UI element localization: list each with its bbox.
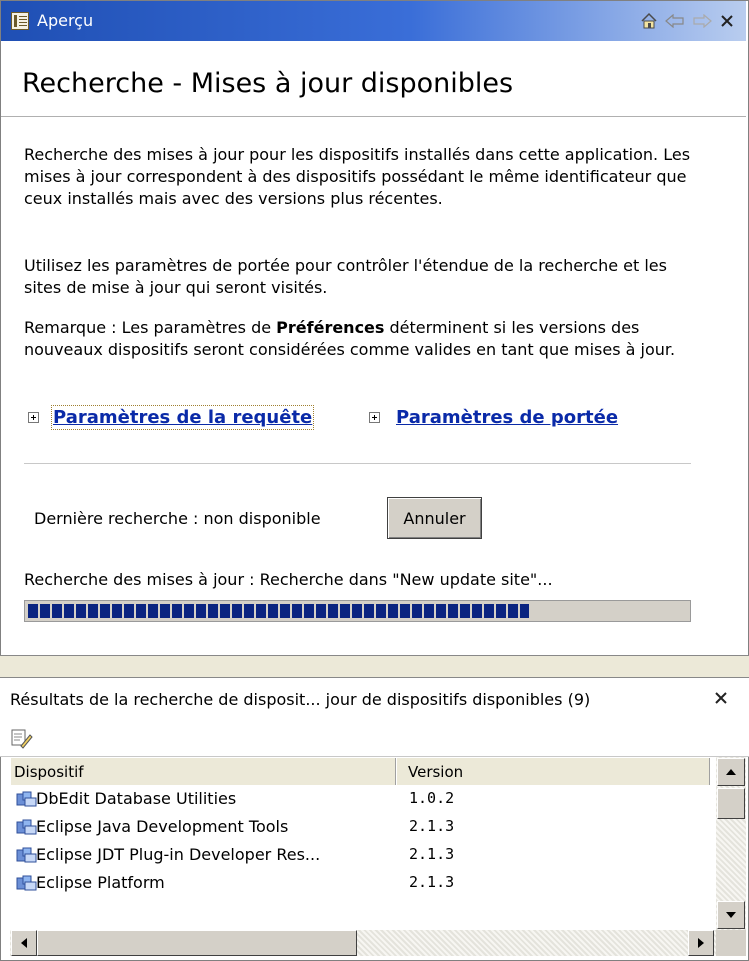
results-toolbar (0, 722, 749, 757)
progress-fill (28, 604, 529, 618)
horizontal-scroll-thumb[interactable] (37, 930, 357, 956)
progress-bar (24, 600, 691, 622)
vertical-scroll-thumb[interactable] (717, 788, 745, 819)
horizontal-scrollbar[interactable] (10, 930, 716, 956)
row-version: 2.1.3 (409, 873, 455, 891)
description-paragraph: Recherche des mises à jour pour les disp… (24, 145, 691, 208)
last-search-label: Dernière recherche : non disponible (34, 509, 321, 528)
results-view-title: Résultats de la recherche de disposit...… (10, 690, 591, 709)
page-title: Recherche - Mises à jour disponibles (22, 68, 514, 99)
overview-view-title: Aperçu (37, 11, 94, 30)
row-version: 2.1.3 (409, 845, 455, 863)
column-header-device[interactable]: Dispositif (10, 758, 396, 786)
results-close-icon[interactable] (715, 688, 727, 709)
scroll-up-button[interactable] (717, 758, 745, 786)
row-version: 2.1.3 (409, 817, 455, 835)
scrollbar-corner (716, 930, 746, 956)
vertical-scrollbar[interactable] (716, 757, 746, 930)
row-device-name: Eclipse JDT Plug-in Developer Res... (36, 845, 321, 864)
overview-view-titlebar: Aperçu (1, 1, 746, 41)
note-prefix: Remarque : Les paramètres de (24, 318, 277, 337)
table-row[interactable]: Eclipse Java Development Tools 2.1.3 (10, 813, 710, 841)
table-row[interactable]: Eclipse JDT Plug-in Developer Res... 2.1.… (10, 841, 710, 869)
title-divider (1, 116, 746, 117)
row-version: 1.0.2 (409, 789, 455, 807)
results-table-body: DbEdit Database Utilities 1.0.2 Eclipse Ja… (10, 785, 710, 930)
forward-arrow-icon[interactable] (691, 10, 713, 32)
results-view-header: Résultats de la recherche de disposit...… (0, 677, 749, 722)
table-row[interactable]: Eclipse Platform 2.1.3 (10, 869, 710, 897)
note-paragraph: Remarque : Les paramètres de Préférences… (24, 317, 704, 361)
overview-book-icon (11, 12, 29, 30)
query-settings-link[interactable]: Paramètres de la requête (50, 405, 315, 430)
feature-plugin-icon (16, 791, 38, 808)
scroll-down-button[interactable] (717, 901, 745, 929)
home-icon[interactable] (638, 10, 660, 32)
scope-settings-link[interactable]: Paramètres de portée (396, 407, 618, 428)
expand-query-icon[interactable] (28, 412, 39, 423)
column-header-version[interactable]: Version (396, 758, 710, 786)
row-device-name: Eclipse Java Development Tools (36, 817, 289, 836)
properties-pencil-icon[interactable] (10, 728, 34, 750)
row-device-name: Eclipse Platform (36, 873, 165, 892)
scope-paragraph: Utilisez les paramètres de portée pour c… (24, 256, 667, 297)
expand-scope-icon[interactable] (369, 412, 380, 423)
table-row[interactable]: DbEdit Database Utilities 1.0.2 (10, 785, 710, 813)
note-preferences: Préférences (276, 318, 385, 337)
section-separator (24, 463, 691, 464)
view-splitter[interactable] (0, 655, 749, 678)
progress-label: Recherche des mises à jour : Recherche d… (24, 570, 553, 589)
feature-plugin-icon (16, 819, 38, 836)
cancel-button[interactable]: Annuler (387, 497, 482, 539)
feature-plugin-icon (16, 847, 38, 864)
row-device-name: DbEdit Database Utilities (36, 789, 237, 808)
back-arrow-icon[interactable] (664, 10, 686, 32)
close-icon[interactable] (716, 10, 738, 32)
results-table-header: Dispositif Version (10, 757, 710, 787)
feature-plugin-icon (16, 875, 38, 892)
scroll-right-button[interactable] (688, 930, 714, 956)
scroll-left-button[interactable] (11, 930, 37, 956)
